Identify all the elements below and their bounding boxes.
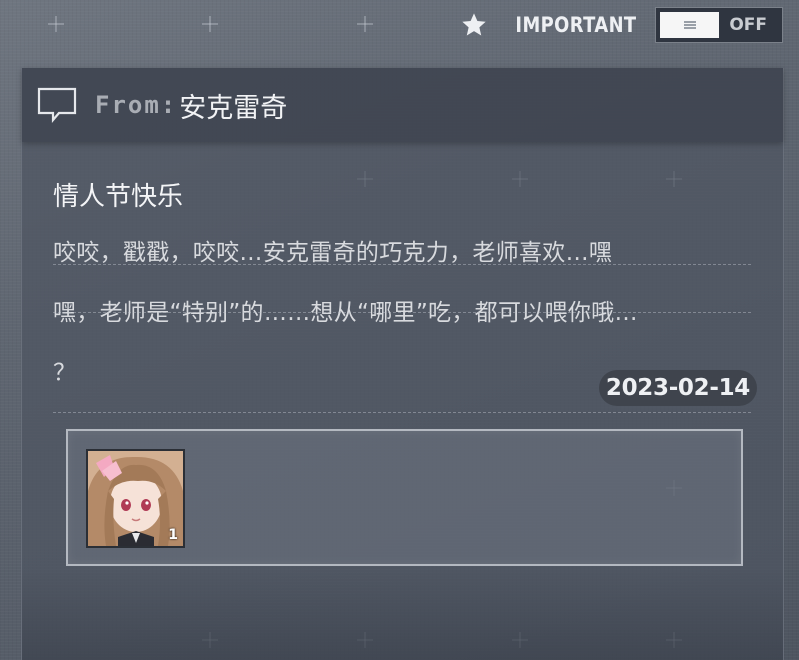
card-bottom-shade xyxy=(22,570,783,660)
divider xyxy=(53,264,751,265)
message-icon xyxy=(37,87,77,123)
divider xyxy=(53,412,751,413)
mail-card: From: 安克雷奇 情人节快乐 咬咬，戳戳，咬咬…安克雷奇的巧克力，老师喜欢…… xyxy=(21,68,784,660)
toggle-state-label: OFF xyxy=(729,15,767,35)
divider xyxy=(53,312,751,313)
decor-plus xyxy=(48,16,64,32)
sender-name: 安克雷奇 xyxy=(179,92,288,124)
from-label: From: xyxy=(95,91,178,119)
menu-lines-icon xyxy=(683,21,696,29)
decor-plus xyxy=(202,16,218,32)
mail-subject: 情人节快乐 xyxy=(53,182,184,212)
toggle-knob[interactable] xyxy=(660,12,719,38)
attachment-item[interactable]: 1 xyxy=(86,449,185,548)
item-count: 1 xyxy=(168,527,178,543)
mail-body-line: 嘿，老师是“特别”的……想从“哪里”吃，都可以喂你哦… xyxy=(53,300,638,326)
mail-header: From: 安克雷奇 xyxy=(22,68,783,142)
date-badge: 2023-02-14 xyxy=(598,370,757,406)
decor-plus xyxy=(357,16,373,32)
star-icon[interactable] xyxy=(460,11,488,39)
important-filter: IMPORTANT OFF xyxy=(460,7,783,43)
mail-body-line: 咬咬，戳戳，咬咬…安克雷奇的巧克力，老师喜欢…嘿 xyxy=(53,240,613,266)
important-label: IMPORTANT xyxy=(515,13,637,37)
important-toggle[interactable]: OFF xyxy=(655,7,783,43)
attachment-panel: 1 xyxy=(66,429,743,566)
